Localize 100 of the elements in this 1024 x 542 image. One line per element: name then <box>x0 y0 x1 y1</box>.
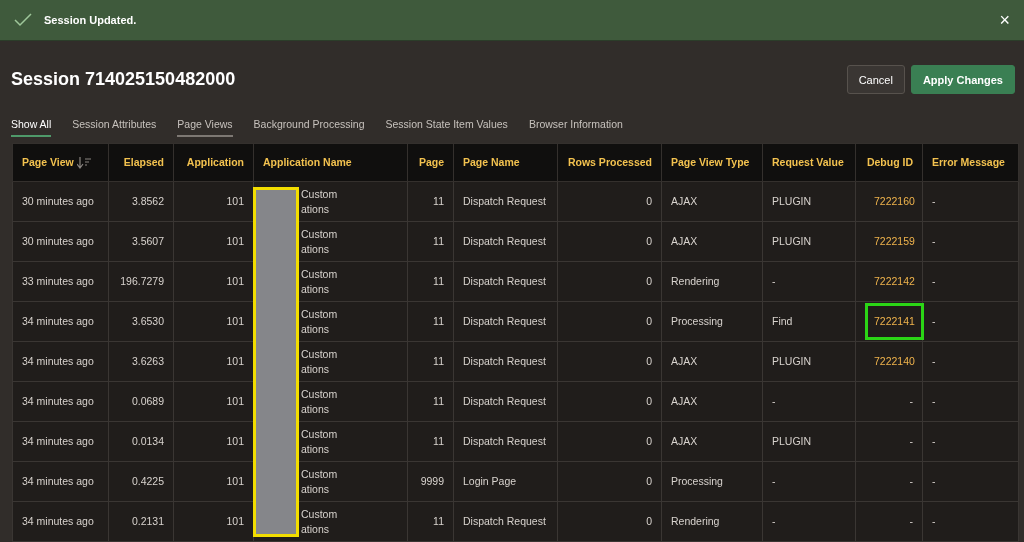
checkmark-icon <box>14 13 32 27</box>
table-cell: - <box>932 395 936 408</box>
table-cell-text: Custom ations <box>301 227 339 256</box>
tab[interactable]: Page Views <box>177 112 233 137</box>
table-cell: Dispatch Request <box>463 515 546 528</box>
table-cell: 101 <box>226 235 244 248</box>
debug-id-link[interactable]: 7222141 <box>865 303 924 340</box>
table-cell: 11 <box>433 195 444 208</box>
table-cell-text: Custom ations <box>301 307 339 336</box>
table-cell: 11 <box>433 515 444 528</box>
table-cell: 30 minutes ago <box>22 195 94 208</box>
table-cell: 0.4225 <box>131 475 164 488</box>
table-cell: 0 <box>646 435 652 448</box>
table-cell: Dispatch Request <box>463 395 546 408</box>
table-cell-text: Custom ations <box>301 267 339 296</box>
table-cell: 101 <box>226 315 244 328</box>
table-cell: 3.6263 <box>131 355 164 368</box>
table-cell: AJAX <box>671 435 698 448</box>
column-header[interactable]: Page View <box>12 143 109 182</box>
cancel-button[interactable]: Cancel <box>846 65 905 94</box>
table-cell: 11 <box>433 395 444 408</box>
table-cell: 0 <box>646 195 652 208</box>
table-cell: - <box>932 355 936 368</box>
table-cell: - <box>772 275 776 288</box>
table-cell: 101 <box>226 355 244 368</box>
table-cell: 33 minutes ago <box>22 275 94 288</box>
close-button[interactable]: × <box>997 9 1012 31</box>
table-cell: 101 <box>226 475 244 488</box>
table-cell-text: Custom ations <box>301 507 339 536</box>
table-cell: 0.2131 <box>131 515 164 528</box>
column-header[interactable]: Application Name <box>253 143 408 182</box>
table-cell-text: - <box>908 434 914 450</box>
table-cell: - <box>932 515 936 528</box>
table-cell: PLUGIN <box>772 355 812 368</box>
column-header[interactable]: Page View Type <box>661 143 763 182</box>
column-header[interactable]: Page <box>407 143 454 182</box>
table-cell: - <box>932 275 936 288</box>
table-cell: 0 <box>646 475 652 488</box>
tab[interactable]: Browser Information <box>528 112 623 137</box>
column-header[interactable]: Rows Processed <box>557 143 662 182</box>
column-header[interactable]: Page Name <box>453 143 558 182</box>
table-cell: Dispatch Request <box>463 315 546 328</box>
table-cell: 34 minutes ago <box>22 315 94 328</box>
table-cell: 3.8562 <box>131 195 164 208</box>
table-cell: 101 <box>226 435 244 448</box>
table-cell: 0 <box>646 515 652 528</box>
apply-changes-button[interactable]: Apply Changes <box>910 65 1015 94</box>
table-cell: Dispatch Request <box>463 275 546 288</box>
table-cell-text: - <box>908 514 914 530</box>
column-header[interactable]: Elapsed <box>108 143 174 182</box>
table-cell: 101 <box>226 275 244 288</box>
table-cell: - <box>932 435 936 448</box>
table-cell: AJAX <box>671 195 698 208</box>
table-cell-text: Custom ations <box>301 387 339 416</box>
table-cell: AJAX <box>671 395 698 408</box>
table-cell-text: Custom ations <box>301 347 339 376</box>
table-cell: - <box>932 235 936 248</box>
table-cell: 11 <box>433 315 444 328</box>
table-cell: 0.0134 <box>131 435 164 448</box>
table-cell: Find <box>772 315 793 328</box>
tab[interactable]: Session State Item Values <box>385 112 508 137</box>
column-header[interactable]: Debug ID <box>855 143 923 182</box>
table-cell: 34 minutes ago <box>22 395 94 408</box>
column-header[interactable]: Request Value <box>762 143 856 182</box>
page-title: Session 714025150482000 <box>11 69 237 90</box>
column-header[interactable]: Application <box>173 143 254 182</box>
tab[interactable]: Show All <box>11 112 52 137</box>
table-cell: 0 <box>646 275 652 288</box>
table-cell: 11 <box>433 355 444 368</box>
table-cell: Dispatch Request <box>463 435 546 448</box>
table-cell: - <box>932 195 936 208</box>
table-cell: PLUGIN <box>772 235 812 248</box>
table-cell: 0 <box>646 315 652 328</box>
table-cell: Processing <box>671 475 723 488</box>
table-cell: 0.0689 <box>131 395 164 408</box>
table-cell: 9999 <box>420 475 444 488</box>
table-cell-text: Custom ations <box>301 427 339 456</box>
sort-icon <box>76 156 91 169</box>
table-cell: 0 <box>646 235 652 248</box>
table-cell: 101 <box>226 395 244 408</box>
notification-message: Session Updated. <box>44 14 138 26</box>
table-cell-text: Custom ations <box>301 187 339 216</box>
table-cell: 0 <box>646 355 652 368</box>
table-cell: PLUGIN <box>772 195 812 208</box>
table-cell: Login Page <box>463 475 517 488</box>
tab[interactable]: Session Attributes <box>72 112 157 137</box>
column-header[interactable]: Error Message <box>922 143 1019 182</box>
table-cell: 3.5607 <box>131 235 164 248</box>
table-cell: 34 minutes ago <box>22 435 94 448</box>
tab[interactable]: Background Processing <box>253 112 365 137</box>
table-cell: Rendering <box>671 515 720 528</box>
table-cell-text: - <box>908 474 914 490</box>
table-cell: 0 <box>646 395 652 408</box>
table-cell: - <box>772 515 776 528</box>
table-cell-text: - <box>908 394 914 410</box>
table-cell: 3.6530 <box>131 315 164 328</box>
table-cell: 11 <box>433 275 444 288</box>
table-cell: Dispatch Request <box>463 355 546 368</box>
table-cell: 34 minutes ago <box>22 475 94 488</box>
table-cell: 34 minutes ago <box>22 355 94 368</box>
